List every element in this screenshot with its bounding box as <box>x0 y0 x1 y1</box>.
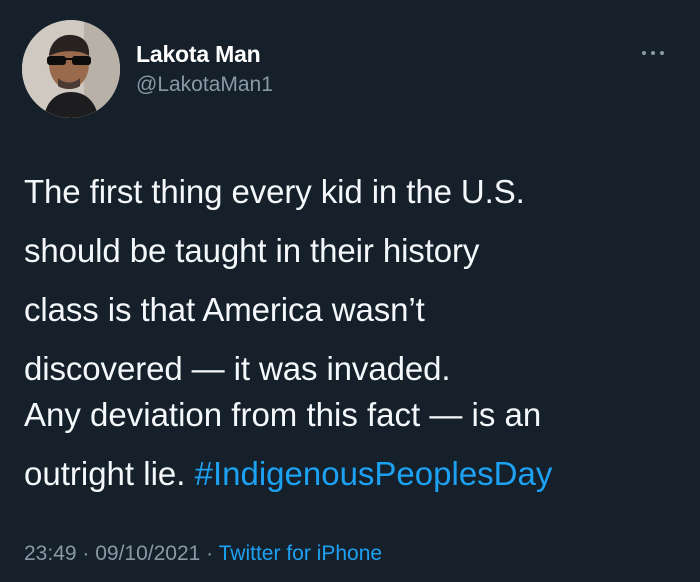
tweet-meta: 23:49 · 09/10/2021 · Twitter for iPhone <box>24 540 382 568</box>
tweet-card: Lakota Man @LakotaMan1 The first thing e… <box>0 0 700 582</box>
user-names: Lakota Man @LakotaMan1 <box>136 40 273 99</box>
tweet-text: The first thing every kid in the U.S. sh… <box>24 162 684 398</box>
tweet-paragraph-1: The first thing every kid in the U.S. sh… <box>24 173 525 387</box>
display-name[interactable]: Lakota Man <box>136 40 273 68</box>
avatar-image <box>22 20 120 118</box>
user-handle[interactable]: @LakotaMan1 <box>136 71 273 99</box>
meta-separator: · <box>76 542 96 565</box>
tweet-date[interactable]: 09/10/2021 <box>95 542 200 565</box>
source-link[interactable]: Twitter for iPhone <box>219 542 382 565</box>
avatar[interactable] <box>22 20 120 118</box>
tweet-paragraph-2: Any deviation from this fact — is an out… <box>24 385 684 503</box>
more-horizontal-icon[interactable] <box>640 48 670 58</box>
hashtag-link[interactable]: #IndigenousPeoplesDay <box>195 455 553 492</box>
meta-separator: · <box>200 542 219 565</box>
tweet-header: Lakota Man @LakotaMan1 <box>22 20 682 120</box>
tweet-time[interactable]: 23:49 <box>24 542 77 565</box>
